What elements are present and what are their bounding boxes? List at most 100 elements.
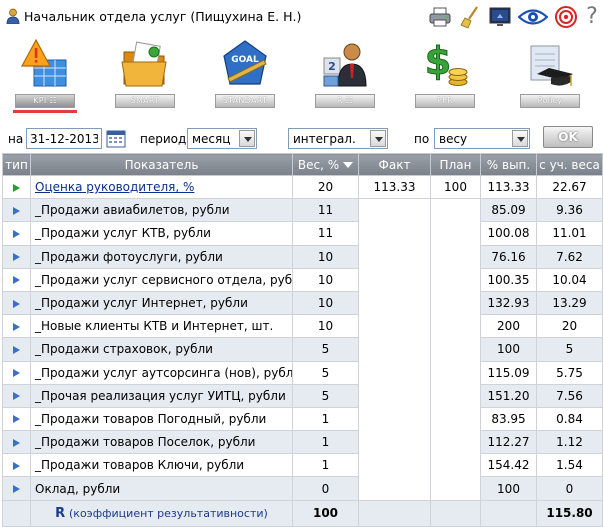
table-row[interactable]: _Продажи услуг Интернет, рубли 10 132.93 13… xyxy=(2,290,603,316)
table-row[interactable]: Оклад, рубли 0 100 0 xyxy=(2,476,603,501)
indicator-cell: _Продажи фотоуслуги, рубли xyxy=(30,244,293,269)
indicator-cell: _Продажи авиабилетов, рубли xyxy=(30,198,293,223)
row-type-cell[interactable] xyxy=(2,267,31,292)
period-label: период xyxy=(140,132,187,146)
module-pfr[interactable]: $ PFR xyxy=(400,36,490,120)
table-row[interactable]: _Новые клиенты КТВ и Интернет, шт. 10 200 2… xyxy=(2,314,603,339)
weight-cell: 0 xyxy=(292,476,359,501)
play-blue-icon[interactable] xyxy=(13,461,20,470)
pct-cell: 113.33 xyxy=(480,174,537,200)
indicator-name: _Продажи услуг сервисного отдела, рубли xyxy=(35,272,293,287)
pct-cell: 100.35 xyxy=(480,267,537,292)
col-fact-header[interactable]: Факт xyxy=(358,153,431,176)
row-type-cell[interactable] xyxy=(2,453,31,478)
row-type-cell[interactable] xyxy=(2,430,31,455)
table-row[interactable]: _Продажи фотоуслуги, рубли 10 76.16 7.62 xyxy=(2,244,603,269)
play-blue-icon[interactable] xyxy=(13,299,20,308)
indicator-name: _Продажи авиабилетов, рубли xyxy=(35,203,230,218)
col-pct-header[interactable]: % вып. xyxy=(480,153,537,176)
table-row[interactable]: _Продажи товаров Погодный, рубли 1 83.95 0.… xyxy=(2,406,603,432)
mode-select[interactable]: интеграл. xyxy=(288,128,388,149)
weight-cell: 10 xyxy=(292,314,359,339)
user-icon xyxy=(6,8,20,24)
row-type-cell[interactable] xyxy=(2,221,31,246)
printer-icon[interactable] xyxy=(428,5,452,29)
play-blue-icon[interactable] xyxy=(13,276,20,285)
indicator-name: _Продажи услуг КТВ, рубли xyxy=(35,226,211,241)
table-row[interactable]: _Продажи страховок, рубли 5 100 5 xyxy=(2,337,603,362)
title-bar: Начальник отдела услуг (Пищухина Е. Н.) xyxy=(0,0,604,34)
col-weight-header[interactable]: Вес, % xyxy=(292,153,359,176)
eye-icon[interactable] xyxy=(518,5,548,29)
row-type-cell[interactable] xyxy=(2,244,31,269)
module-r[interactable]: 2 R ☷ xyxy=(300,36,390,120)
table-row[interactable]: _Продажи услуг КТВ, рубли 11 100.08 11.01 xyxy=(2,221,603,246)
play-blue-icon[interactable] xyxy=(13,369,20,378)
row-type-cell[interactable] xyxy=(2,337,31,362)
col-indicator-header[interactable]: Показатель xyxy=(30,153,293,176)
calendar-icon[interactable] xyxy=(106,129,126,148)
monitor-icon[interactable] xyxy=(488,5,512,29)
module-standart[interactable]: GOAL STANDART xyxy=(200,36,290,120)
row-type-cell[interactable] xyxy=(2,383,31,408)
table-row[interactable]: _Продажи товаров Поселок, рубли 1 112.27 1.… xyxy=(2,430,603,455)
module-policy[interactable]: Policy xyxy=(505,36,595,120)
pct-cell: 200 xyxy=(480,314,537,339)
table-row[interactable]: Оценка руководителя, % 20 113.33 100 113.33 2… xyxy=(2,174,603,200)
indicator-name: Оклад, рубли xyxy=(35,481,121,496)
sort-desc-icon xyxy=(343,162,354,168)
weight-cell: 1 xyxy=(292,453,359,478)
row-type-cell[interactable] xyxy=(2,198,31,223)
by-select[interactable]: весу xyxy=(434,128,530,149)
help-icon[interactable]: ? xyxy=(584,5,600,29)
weight-cell: 1 xyxy=(292,406,359,432)
play-blue-icon[interactable] xyxy=(13,415,20,424)
row-type-cell[interactable] xyxy=(2,290,31,316)
period-select[interactable]: месяц xyxy=(187,128,257,149)
filter-bar: на период месяц интеграл. по весу OK xyxy=(0,126,604,152)
broom-icon[interactable] xyxy=(458,5,482,29)
row-type-cell[interactable] xyxy=(2,314,31,339)
fact-cell xyxy=(358,361,431,385)
pct-cell: 151.20 xyxy=(480,383,537,408)
play-blue-icon[interactable] xyxy=(13,392,20,401)
module-kpi[interactable]: KPI ☷ xyxy=(0,36,90,120)
by-select-value: весу xyxy=(439,132,468,146)
indicator-name: _Новые клиенты КТВ и Интернет, шт. xyxy=(35,319,274,334)
module-smart[interactable]: SMART xyxy=(100,36,190,120)
play-blue-icon[interactable] xyxy=(13,345,20,354)
play-blue-icon[interactable] xyxy=(13,206,20,215)
by-label: по xyxy=(414,132,430,146)
pct-cell: 115.09 xyxy=(480,360,537,385)
play-green-icon[interactable] xyxy=(13,183,20,192)
table-row[interactable]: _Прочая реализация услуг УИТЦ, рубли 5 151… xyxy=(2,383,603,408)
indicator-name[interactable]: Оценка руководителя, % xyxy=(35,180,194,194)
play-blue-icon[interactable] xyxy=(13,229,20,238)
table-row[interactable]: _Продажи товаров Ключи, рубли 1 154.42 1.54 xyxy=(2,453,603,478)
play-blue-icon[interactable] xyxy=(13,253,20,262)
indicator-cell: _Продажи товаров Погодный, рубли xyxy=(30,406,293,432)
col-weight-label: Вес, % xyxy=(297,157,340,172)
row-type-cell[interactable] xyxy=(2,360,31,385)
target-icon[interactable] xyxy=(554,5,578,29)
plan-cell xyxy=(430,384,481,408)
plan-cell xyxy=(430,314,481,338)
weight-cell: 20 xyxy=(292,174,359,200)
table-row[interactable]: _Продажи авиабилетов, рубли 11 85.09 9.36 xyxy=(2,198,603,223)
folder-icon xyxy=(121,41,167,87)
indicator-cell[interactable]: Оценка руководителя, % xyxy=(30,174,293,200)
table-row[interactable]: _Продажи услуг сервисного отдела, рубли 1… xyxy=(2,267,603,292)
row-type-cell[interactable] xyxy=(2,406,31,432)
play-blue-icon[interactable] xyxy=(13,322,20,331)
play-blue-icon[interactable] xyxy=(13,485,20,494)
date-input[interactable] xyxy=(26,128,102,149)
svg-text:2: 2 xyxy=(328,60,336,73)
diploma-icon xyxy=(530,45,573,86)
row-type-cell[interactable] xyxy=(2,476,31,501)
play-blue-icon[interactable] xyxy=(13,438,20,447)
row-type-cell[interactable] xyxy=(2,174,31,200)
col-weighted-header[interactable]: с уч. веса xyxy=(536,153,603,176)
col-plan-header[interactable]: План xyxy=(430,153,481,176)
table-row[interactable]: _Продажи услуг аутсорсинга (нов), рубли 5… xyxy=(2,360,603,385)
ok-button[interactable]: OK xyxy=(543,126,593,148)
